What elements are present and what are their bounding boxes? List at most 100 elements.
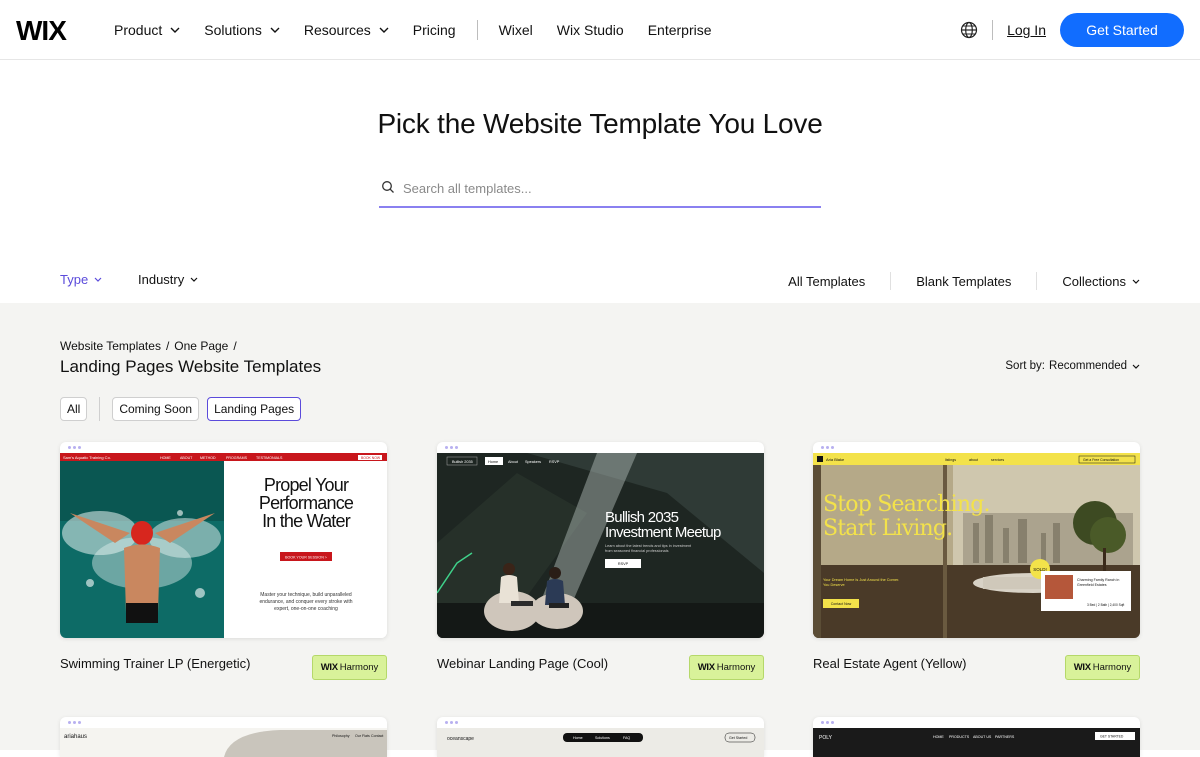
login-link[interactable]: Log In xyxy=(1007,22,1046,38)
svg-text:Contact: Contact xyxy=(371,734,383,738)
svg-text:You Deserve: You Deserve xyxy=(823,583,845,587)
listing-title: Landing Pages Website Templates xyxy=(60,357,322,376)
template-search xyxy=(379,172,821,208)
search-input[interactable] xyxy=(403,176,813,200)
sort-value: Recommended xyxy=(1049,360,1127,372)
svg-text:Home: Home xyxy=(488,460,498,464)
svg-text:Stop Searching.: Stop Searching. xyxy=(823,492,990,517)
svg-text:Investment Meetup: Investment Meetup xyxy=(605,524,721,541)
svg-text:HOME: HOME xyxy=(933,735,944,739)
svg-text:from seasoned financial profes: from seasoned financial professionals xyxy=(605,549,669,553)
svg-text:about: about xyxy=(969,458,978,462)
nav-product[interactable]: Product xyxy=(114,22,180,38)
svg-text:Speakers: Speakers xyxy=(525,460,541,464)
browser-dots xyxy=(68,721,83,724)
nav-divider xyxy=(476,20,478,40)
template-card: Aria Blake listings about services Get a… xyxy=(813,442,1140,682)
nav-solutions[interactable]: Solutions xyxy=(204,22,280,38)
browser-dots xyxy=(821,446,836,449)
template-preview[interactable]: Bullish 2035 Home About Speakers RSVP Bu… xyxy=(437,442,764,638)
template-name[interactable]: Real Estate Agent (Yellow) xyxy=(813,656,966,671)
main-nav: Product Solutions Resources Pricing Wixe… xyxy=(114,0,736,60)
chevron-down-icon xyxy=(170,27,180,33)
chevron-down-icon xyxy=(1132,364,1140,369)
get-started-button[interactable]: Get Started xyxy=(1060,13,1184,47)
badge-brand: WIX xyxy=(697,662,715,673)
all-templates-link[interactable]: All Templates xyxy=(788,274,865,289)
browser-dots xyxy=(821,721,836,724)
poly-template-thumbnail: POLY HOME PRODUCTS ABOUT US PARTNERS GET… xyxy=(813,728,1140,757)
chip-landing-pages[interactable]: Landing Pages xyxy=(207,397,302,421)
browser-dots xyxy=(68,446,83,449)
wix-logo[interactable]: WIX xyxy=(16,17,80,43)
chip-all[interactable]: All xyxy=(60,397,88,421)
nav-wixel[interactable]: Wixel xyxy=(499,22,533,38)
svg-text:Solutions: Solutions xyxy=(595,736,610,740)
wix-harmony-badge: WIX Harmony xyxy=(689,655,764,680)
breadcrumb-one-page[interactable]: One Page xyxy=(174,339,228,353)
template-card: Bullish 2035 Home About Speakers RSVP Bu… xyxy=(437,442,764,682)
svg-text:RSVP: RSVP xyxy=(618,562,629,566)
header-divider xyxy=(992,20,994,40)
template-name[interactable]: Swimming Trainer LP (Energetic) xyxy=(60,656,251,671)
svg-text:Greenfield Estates: Greenfield Estates xyxy=(1077,583,1107,587)
nav-resources[interactable]: Resources xyxy=(304,22,389,38)
globe-icon[interactable] xyxy=(960,21,978,39)
svg-text:services: services xyxy=(991,458,1004,462)
nav-wixel-label: Wixel xyxy=(498,22,533,38)
svg-text:ABOUT US: ABOUT US xyxy=(973,735,992,739)
svg-text:BOOK YOUR SESSION >: BOOK YOUR SESSION > xyxy=(285,556,327,560)
chip-coming-soon[interactable]: Coming Soon xyxy=(112,397,200,421)
type-filter-label: Type xyxy=(60,272,89,287)
header-actions: Log In Get Started xyxy=(960,0,1184,60)
breadcrumb-website-templates[interactable]: Website Templates xyxy=(60,339,161,353)
svg-text:FAQ: FAQ xyxy=(623,736,630,740)
ariahaus-template-thumbnail: ariahaus Philosophy Our Flats Contact xyxy=(60,728,387,757)
industry-filter-dropdown[interactable]: Industry xyxy=(138,272,198,287)
svg-text:WIX: WIX xyxy=(16,17,67,43)
svg-text:Contact Now: Contact Now xyxy=(831,602,852,606)
badge-label: Harmony xyxy=(1092,662,1132,673)
svg-text:listings: listings xyxy=(945,458,956,462)
type-filter-dropdown[interactable]: Type xyxy=(60,272,102,287)
template-preview[interactable]: Sam's Aquatic Training Co. HOME ABOUT ME… xyxy=(60,442,387,638)
svg-text:ABOUT: ABOUT xyxy=(180,456,193,460)
chevron-down-icon xyxy=(1132,279,1140,284)
breadcrumb-separator: / xyxy=(165,339,170,353)
real-estate-template-thumbnail: Aria Blake listings about services Get a… xyxy=(813,453,1140,638)
svg-text:GET STARTED: GET STARTED xyxy=(1100,735,1124,739)
svg-text:oceanscape: oceanscape xyxy=(447,736,474,742)
blank-templates-link[interactable]: Blank Templates xyxy=(916,274,1011,289)
collections-dropdown[interactable]: Collections xyxy=(1062,274,1140,289)
industry-filter-label: Industry xyxy=(138,272,185,287)
filter-bar: Type Industry All Templates Blank Templa… xyxy=(0,258,1200,303)
svg-text:Learn about the latest trends: Learn about the latest trends and tips i… xyxy=(605,544,692,548)
nav-pricing-label: Pricing xyxy=(412,22,456,38)
nav-pricing[interactable]: Pricing xyxy=(413,22,456,38)
template-preview[interactable]: oceanscape Home Solutions FAQ Get Starte… xyxy=(437,717,764,757)
svg-text:PARTNERS: PARTNERS xyxy=(995,735,1015,739)
svg-text:Aria Blake: Aria Blake xyxy=(826,457,845,462)
svg-text:Philosophy: Philosophy xyxy=(332,734,350,738)
category-chips: All Coming Soon Landing Pages xyxy=(60,397,302,421)
template-preview[interactable]: POLY HOME PRODUCTS ABOUT US PARTNERS GET… xyxy=(813,717,1140,757)
svg-text:BOOK NOW: BOOK NOW xyxy=(361,456,381,460)
template-preview[interactable]: ariahaus Philosophy Our Flats Contact xyxy=(60,717,387,757)
svg-text:Propel Your: Propel Your xyxy=(264,475,349,495)
nav-enterprise[interactable]: Enterprise xyxy=(648,22,712,38)
svg-text:Charming Family Ranch in: Charming Family Ranch in xyxy=(1077,578,1119,582)
template-name[interactable]: Webinar Landing Page (Cool) xyxy=(437,656,608,671)
template-preview[interactable]: Aria Blake listings about services Get a… xyxy=(813,442,1140,638)
breadcrumb-separator: / xyxy=(233,339,237,353)
template-listing: Website Templates / One Page / Landing P… xyxy=(0,303,1200,757)
nav-wix-studio[interactable]: Wix Studio xyxy=(557,22,624,38)
divider xyxy=(1036,272,1038,290)
template-links: All Templates Blank Templates Collection… xyxy=(788,272,1140,290)
webinar-template-thumbnail: Bullish 2035 Home About Speakers RSVP Bu… xyxy=(437,453,764,638)
sort-dropdown[interactable]: Sort by: Recommended xyxy=(1005,360,1140,372)
svg-text:endurance, and conquer every s: endurance, and conquer every stroke with xyxy=(259,599,352,605)
svg-text:Your Dream Home Is Just Around: Your Dream Home Is Just Around the Corne… xyxy=(823,578,899,582)
svg-text:POLY: POLY xyxy=(819,735,833,741)
sort-label: Sort by: xyxy=(1005,360,1046,372)
chevron-down-icon xyxy=(270,27,280,33)
